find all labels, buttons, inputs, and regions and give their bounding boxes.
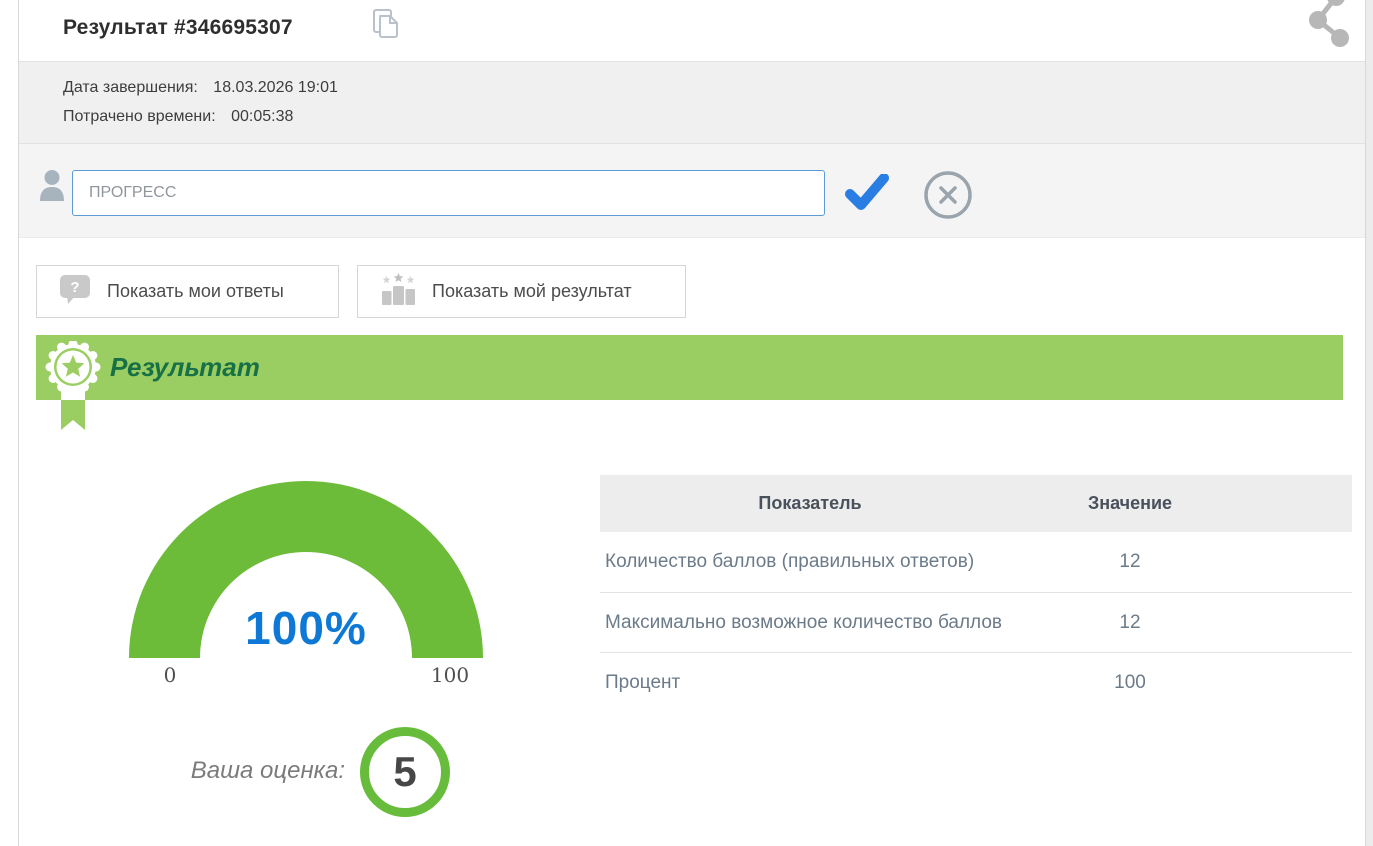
grade-value: 5	[393, 748, 416, 796]
gauge-value-label: 100%	[226, 601, 386, 655]
show-answers-label: Показать мои ответы	[107, 281, 284, 302]
cancel-circle-x-icon[interactable]	[922, 169, 974, 226]
time-spent-value: 00:05:38	[231, 108, 293, 126]
table-header-indicator: Показатель	[600, 493, 1020, 514]
gauge-min-tick: 0	[148, 663, 192, 687]
show-result-label: Показать мой результат	[432, 281, 632, 302]
time-spent-row: Потрачено времени: 00:05:38	[63, 108, 293, 126]
question-bubble-icon: ?	[59, 274, 91, 310]
page-gutter	[1366, 0, 1373, 846]
grade-circle: 5	[360, 727, 450, 817]
show-answers-button[interactable]: ? Показать мои ответы	[36, 265, 339, 318]
grade-label: Ваша оценка:	[100, 757, 345, 785]
table-header-row: Показатель Значение	[600, 475, 1352, 532]
user-name-input[interactable]	[72, 170, 825, 216]
table-row: Процент 100	[600, 652, 1352, 712]
time-spent-label: Потрачено времени:	[63, 108, 216, 126]
copy-icon[interactable]	[370, 7, 402, 46]
share-icon[interactable]	[1306, 0, 1362, 57]
finish-date-label: Дата завершения:	[63, 79, 198, 97]
page-title: Результат #346695307	[63, 16, 293, 40]
row-name: Максимально возможное количество баллов	[600, 612, 1020, 634]
person-icon	[40, 169, 64, 206]
result-banner: Результат	[36, 335, 1343, 400]
finish-date-row: Дата завершения: 18.03.2026 19:01	[63, 79, 338, 97]
gauge-max-tick: 100	[413, 663, 487, 687]
rosette-badge-icon	[44, 341, 102, 440]
table-row: Максимально возможное количество баллов …	[600, 592, 1352, 652]
table-row: Количество баллов (правильных ответов) 1…	[600, 532, 1352, 592]
row-value: 100	[1020, 672, 1240, 694]
finish-date-value: 18.03.2026 19:01	[213, 79, 338, 97]
info-band	[19, 62, 1365, 144]
confirm-check-icon[interactable]	[845, 174, 889, 217]
result-page: Результат #346695307 Дата завершения: 18…	[0, 0, 1373, 846]
row-name: Процент	[600, 672, 1020, 694]
svg-text:?: ?	[70, 279, 79, 296]
row-name: Количество баллов (правильных ответов)	[600, 551, 1020, 573]
table-header-value: Значение	[1020, 493, 1240, 514]
result-banner-title: Результат	[110, 335, 260, 400]
podium-stars-icon	[380, 272, 416, 311]
result-table: Показатель Значение Количество баллов (п…	[600, 475, 1352, 712]
show-result-button[interactable]: Показать мой результат	[357, 265, 686, 318]
row-value: 12	[1020, 612, 1240, 634]
row-value: 12	[1020, 551, 1240, 573]
